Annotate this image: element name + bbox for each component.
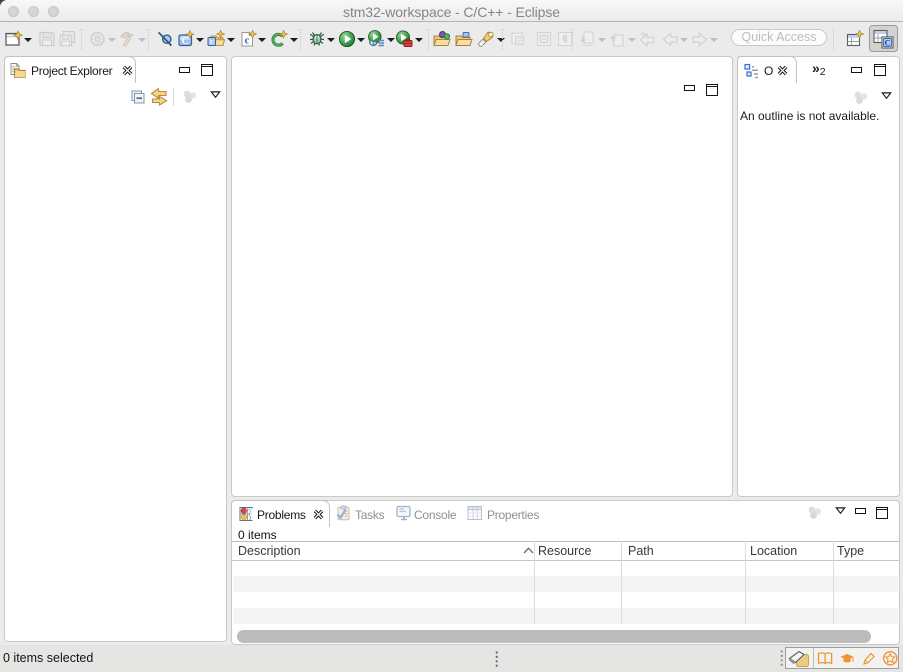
svg-text:c: c	[210, 36, 214, 46]
svg-text:C: C	[182, 36, 190, 47]
svg-text:c: c	[245, 36, 250, 47]
svg-text:C: C	[885, 37, 891, 47]
